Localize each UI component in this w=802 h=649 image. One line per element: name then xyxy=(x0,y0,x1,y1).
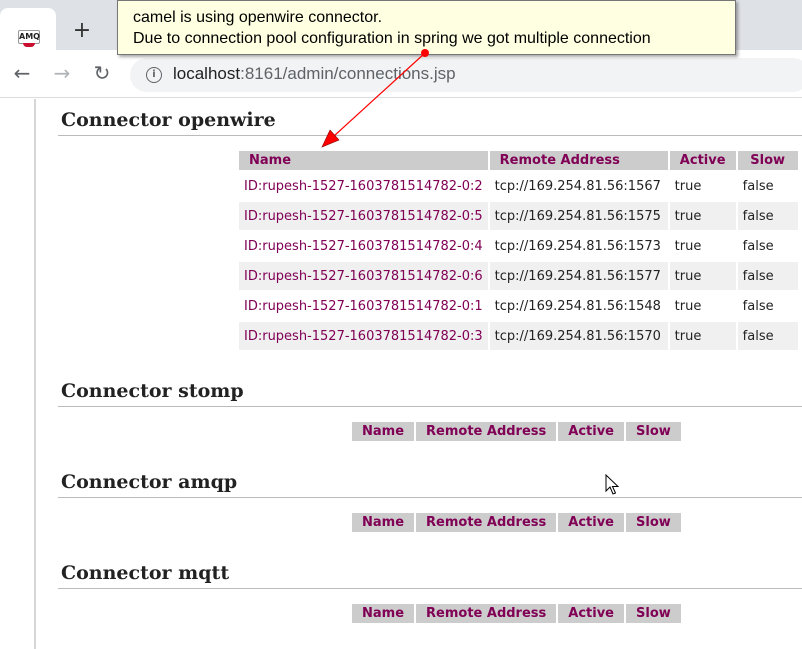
reload-button[interactable]: ↻ xyxy=(90,62,114,86)
active-cell: true xyxy=(669,202,736,230)
column-header-active[interactable]: Active xyxy=(558,604,624,623)
column-header-slow[interactable]: Slow xyxy=(737,151,798,170)
back-button[interactable]: ← xyxy=(10,62,34,86)
mqtt-connections-table: Name Remote Address Active Slow xyxy=(350,602,683,625)
connector-stomp-heading: Connector stomp xyxy=(61,380,244,402)
page-content: Connector openwire Name Remote Address A… xyxy=(0,99,802,649)
divider xyxy=(58,406,802,407)
left-rule xyxy=(34,99,36,649)
table-row: ID:rupesh-1527-1603781514782-0:4 tcp://1… xyxy=(239,232,798,260)
connection-id-link[interactable]: ID:rupesh-1527-1603781514782-0:3 xyxy=(239,322,488,350)
openwire-connections-table: Name Remote Address Active Slow ID:rupes… xyxy=(237,149,800,352)
url-text[interactable]: localhost:8161/admin/connections.jsp xyxy=(173,64,456,84)
connector-amqp-heading: Connector amqp xyxy=(61,471,238,493)
address-bar[interactable]: i localhost:8161/admin/connections.jsp xyxy=(130,58,802,92)
mouse-cursor-icon xyxy=(605,474,620,495)
favicon-text: AMQ xyxy=(19,32,40,41)
divider xyxy=(58,497,802,498)
new-tab-button[interactable]: + xyxy=(68,18,96,46)
column-header-name[interactable]: Name xyxy=(352,604,415,623)
connection-id-link[interactable]: ID:rupesh-1527-1603781514782-0:2 xyxy=(239,172,488,200)
url-host: localhost xyxy=(173,64,241,83)
tooltip-line-2: Due to connection pool configuration in … xyxy=(133,30,651,47)
table-row: ID:rupesh-1527-1603781514782-0:3 tcp://1… xyxy=(239,322,798,350)
browser-tab[interactable]: AMQ xyxy=(0,8,56,50)
slow-cell: false xyxy=(737,172,798,200)
active-cell: true xyxy=(669,292,736,320)
remote-address-cell: tcp://169.254.81.56:1575 xyxy=(489,202,668,230)
table-row: ID:rupesh-1527-1603781514782-0:1 tcp://1… xyxy=(239,292,798,320)
connection-id-link[interactable]: ID:rupesh-1527-1603781514782-0:4 xyxy=(239,232,488,260)
slow-cell: false xyxy=(737,202,798,230)
table-row: ID:rupesh-1527-1603781514782-0:5 tcp://1… xyxy=(239,202,798,230)
active-cell: true xyxy=(669,262,736,290)
slow-cell: false xyxy=(737,322,798,350)
table-header-row: Name Remote Address Active Slow xyxy=(352,422,681,441)
table-header-row: Name Remote Address Active Slow xyxy=(352,513,681,532)
column-header-remote-address[interactable]: Remote Address xyxy=(416,513,557,532)
column-header-active[interactable]: Active xyxy=(669,151,736,170)
remote-address-cell: tcp://169.254.81.56:1567 xyxy=(489,172,668,200)
stomp-connections-table: Name Remote Address Active Slow xyxy=(350,420,683,443)
remote-address-cell: tcp://169.254.81.56:1548 xyxy=(489,292,668,320)
column-header-name[interactable]: Name xyxy=(352,513,415,532)
remote-address-cell: tcp://169.254.81.56:1570 xyxy=(489,322,668,350)
table-header-row: Name Remote Address Active Slow xyxy=(352,604,681,623)
column-header-slow[interactable]: Slow xyxy=(626,513,681,532)
column-header-slow[interactable]: Slow xyxy=(626,604,681,623)
slow-cell: false xyxy=(737,292,798,320)
slow-cell: false xyxy=(737,262,798,290)
remote-address-cell: tcp://169.254.81.56:1573 xyxy=(489,232,668,260)
annotation-tooltip: camel is using openwire connector. Due t… xyxy=(117,0,736,55)
divider xyxy=(58,588,802,589)
amqp-connections-table: Name Remote Address Active Slow xyxy=(350,511,683,534)
table-row: ID:rupesh-1527-1603781514782-0:2 tcp://1… xyxy=(239,172,798,200)
column-header-name[interactable]: Name xyxy=(352,422,415,441)
table-header-row: Name Remote Address Active Slow xyxy=(239,151,798,170)
slow-cell: false xyxy=(737,232,798,260)
column-header-remote-address[interactable]: Remote Address xyxy=(416,422,557,441)
column-header-active[interactable]: Active xyxy=(558,422,624,441)
remote-address-cell: tcp://169.254.81.56:1577 xyxy=(489,262,668,290)
amq-favicon-icon: AMQ xyxy=(18,30,40,47)
site-info-icon[interactable]: i xyxy=(146,67,162,83)
connection-id-link[interactable]: ID:rupesh-1527-1603781514782-0:1 xyxy=(239,292,488,320)
active-cell: true xyxy=(669,232,736,260)
table-row: ID:rupesh-1527-1603781514782-0:6 tcp://1… xyxy=(239,262,798,290)
favicon-accent xyxy=(23,43,35,47)
url-path: :8161/admin/connections.jsp xyxy=(240,64,456,83)
divider xyxy=(58,135,802,136)
column-header-active[interactable]: Active xyxy=(558,513,624,532)
forward-button[interactable]: → xyxy=(50,62,74,86)
tooltip-line-1: camel is using openwire connector. xyxy=(133,9,383,26)
connector-openwire-heading: Connector openwire xyxy=(61,109,276,131)
browser-toolbar: ← → ↻ i localhost:8161/admin/connections… xyxy=(0,50,802,98)
connection-id-link[interactable]: ID:rupesh-1527-1603781514782-0:5 xyxy=(239,202,488,230)
column-header-slow[interactable]: Slow xyxy=(626,422,681,441)
connector-mqtt-heading: Connector mqtt xyxy=(61,562,230,584)
column-header-remote-address[interactable]: Remote Address xyxy=(489,151,668,170)
connection-id-link[interactable]: ID:rupesh-1527-1603781514782-0:6 xyxy=(239,262,488,290)
column-header-remote-address[interactable]: Remote Address xyxy=(416,604,557,623)
column-header-name[interactable]: Name xyxy=(239,151,488,170)
active-cell: true xyxy=(669,172,736,200)
active-cell: true xyxy=(669,322,736,350)
